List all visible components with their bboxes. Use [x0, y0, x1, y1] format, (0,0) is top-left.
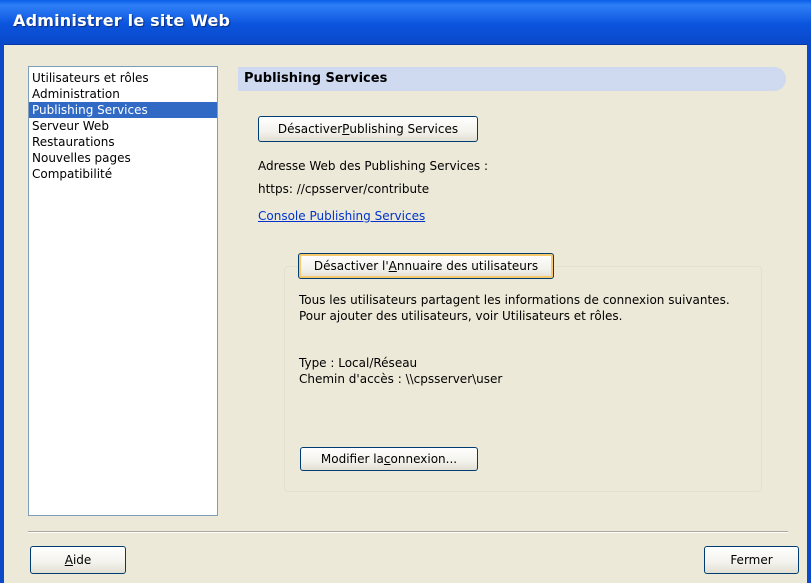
title-bar[interactable]: Administrer le site Web	[0, 0, 811, 45]
section-header: Publishing Services	[238, 67, 786, 91]
web-address-label: Adresse Web des Publishing Services :	[258, 159, 489, 173]
label-part: Désactiver l'	[313, 259, 389, 273]
label-part: Modifier la	[320, 452, 384, 466]
sidebar-item-administration[interactable]: Administration	[29, 86, 217, 102]
sidebar-item-publishing-services[interactable]: Publishing Services	[29, 102, 217, 118]
sidebar-item-serveur-web[interactable]: Serveur Web	[29, 118, 217, 134]
sidebar-item-nouvelles-pages[interactable]: Nouvelles pages	[29, 150, 217, 166]
button-label: Fermer	[730, 553, 773, 567]
sidebar-item-restaurations[interactable]: Restaurations	[29, 134, 217, 150]
label-part: onnexion...	[390, 452, 458, 466]
directory-type: Type : Local/Réseau	[299, 356, 418, 370]
section-title: Publishing Services	[244, 71, 388, 86]
button-label: Aide	[65, 547, 92, 573]
window-title: Administrer le site Web	[13, 11, 231, 30]
close-button[interactable]: Fermer	[704, 546, 799, 574]
label-part: Désactiver	[277, 122, 343, 136]
window-frame-left	[0, 44, 4, 583]
label-part: ublishing Services	[349, 122, 459, 136]
console-link[interactable]: Console Publishing Services	[258, 209, 425, 223]
sidebar-item-utilisateurs-et-roles[interactable]: Utilisateurs et rôles	[29, 70, 217, 86]
sidebar-item-compatibilite[interactable]: Compatibilité	[29, 166, 217, 182]
mnemonic-letter: c	[383, 452, 391, 466]
label-part: ide	[72, 553, 92, 567]
modify-connection-button[interactable]: Modifier la connexion...	[300, 447, 478, 471]
footer-separator	[28, 531, 788, 533]
category-list[interactable]: Utilisateurs et rôles Administration Pub…	[28, 66, 218, 516]
label-part: nnuaire des utilisateurs	[396, 259, 539, 273]
button-label: Désactiver l'Annuaire des utilisateurs	[314, 254, 538, 278]
mnemonic-letter: A	[388, 259, 397, 273]
deactivate-publishing-services-button[interactable]: Désactiver Publishing Services	[258, 116, 478, 142]
button-label: Désactiver Publishing Services	[278, 117, 458, 141]
mnemonic-letter: P	[342, 122, 350, 136]
directory-path: Chemin d'accès : \\cpsserver\user	[299, 372, 503, 386]
button-label: Modifier la connexion...	[321, 448, 457, 470]
mnemonic-letter: A	[64, 553, 73, 567]
help-button[interactable]: Aide	[30, 546, 126, 574]
web-address-value: https: //cpsserver/contribute	[258, 182, 430, 196]
deactivate-user-directory-button[interactable]: Désactiver l'Annuaire des utilisateurs	[298, 253, 554, 279]
window-frame-right	[807, 44, 811, 583]
directory-description: Tous les utilisateurs partagent les info…	[299, 293, 730, 323]
